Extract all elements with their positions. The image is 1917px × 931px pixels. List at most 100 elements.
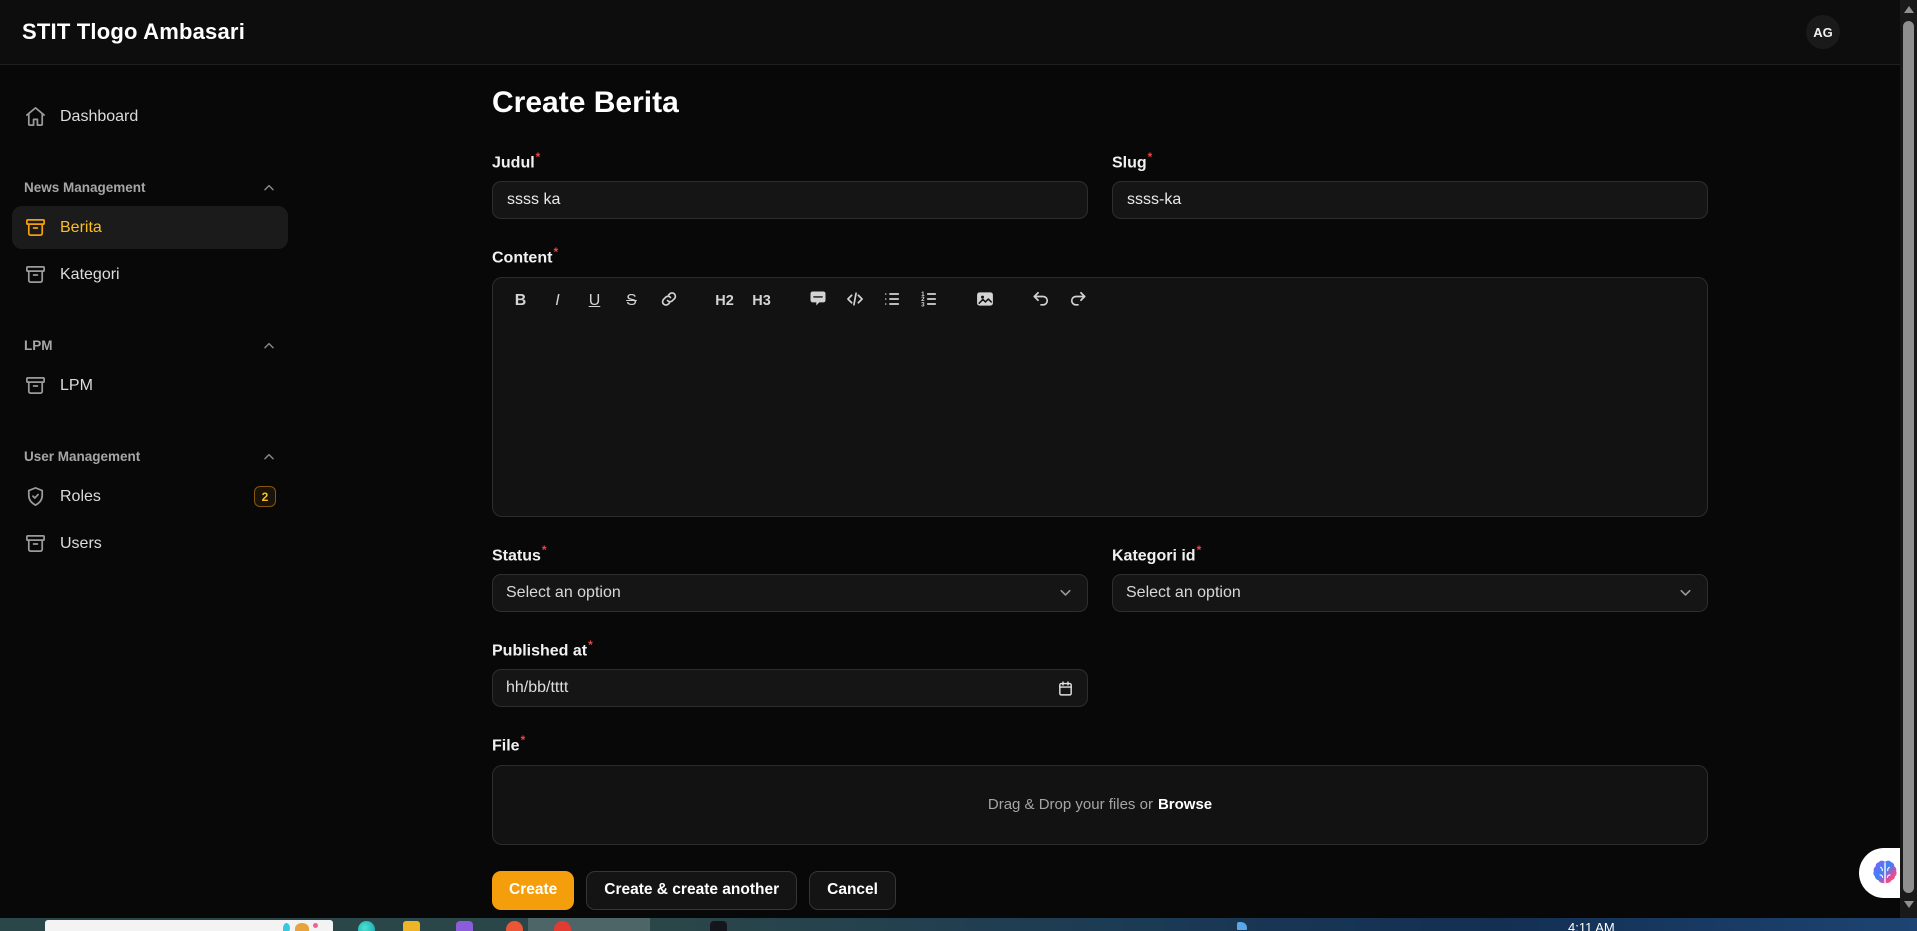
content-label: Content* <box>492 245 1708 267</box>
create-and-create-another-button[interactable]: Create & create another <box>586 871 797 910</box>
required-marker: * <box>536 150 541 164</box>
breadcrumb-separator: / <box>541 65 545 69</box>
blockquote-button[interactable] <box>805 289 830 314</box>
sidebar-item-label: Dashboard <box>60 108 138 126</box>
shield-check-icon <box>24 485 47 508</box>
status-select[interactable]: Select an option <box>492 574 1088 612</box>
breadcrumb: Berita / Create <box>492 65 1708 69</box>
sidebar-item-dashboard[interactable]: Dashboard <box>12 95 288 138</box>
required-marker: * <box>542 543 547 557</box>
chevron-up-icon <box>262 181 276 195</box>
ordered-list-button[interactable]: 123 <box>916 289 941 314</box>
bold-icon: B <box>515 292 527 310</box>
system-clock[interactable]: 4:11 AM <box>1568 920 1615 931</box>
main-content: Berita / Create Create Berita Judul* Slu… <box>300 65 1900 918</box>
sidebar-item-label: Users <box>60 535 102 553</box>
taskbar-app-icon-purple[interactable] <box>456 921 473 931</box>
archive-box-icon <box>24 263 47 286</box>
required-marker: * <box>588 638 593 652</box>
tray-network-icon[interactable] <box>1237 922 1247 930</box>
breadcrumb-berita[interactable]: Berita <box>492 65 531 69</box>
heading-3-button[interactable]: H3 <box>749 289 774 314</box>
taskbar-active-app-highlight <box>528 918 650 931</box>
date-placeholder: hh/bb/tttt <box>506 679 568 697</box>
code-block-button[interactable] <box>842 289 867 314</box>
archive-box-icon <box>24 374 47 397</box>
link-button[interactable] <box>656 289 681 314</box>
home-icon <box>24 105 47 128</box>
scrollbar-thumb[interactable] <box>1903 21 1914 893</box>
chevron-down-icon <box>1057 584 1074 601</box>
redo-button[interactable] <box>1065 289 1090 314</box>
taskbar-app-icon-yellow[interactable] <box>403 921 420 931</box>
content-field-group: Content* B I U S H2 H3 <box>492 245 1708 516</box>
sidebar-item-label: Roles <box>60 488 101 506</box>
form-actions: Create Create & create another Cancel <box>492 871 1708 910</box>
ordered-list-icon: 123 <box>919 289 939 314</box>
search-deco-amber <box>295 923 309 931</box>
taskbar-app-icon-red[interactable] <box>554 921 571 931</box>
strikethrough-button[interactable]: S <box>619 289 644 314</box>
heading-2-button[interactable]: H2 <box>712 289 737 314</box>
group-header-news-management[interactable]: News Management <box>12 180 288 195</box>
taskbar-app-icon-orange[interactable] <box>506 921 523 931</box>
required-marker: * <box>553 245 558 259</box>
scroll-down-arrow-icon[interactable] <box>1904 901 1914 908</box>
file-dropzone[interactable]: Drag & Drop your files or Browse <box>492 765 1708 845</box>
sidebar-group-lpm: LPM LPM <box>12 338 288 407</box>
user-avatar[interactable]: AG <box>1806 15 1840 49</box>
editor-content-area[interactable] <box>493 325 1707 500</box>
app-window: STIT Tlogo Ambasari AG Dashboard News Ma… <box>0 0 1917 931</box>
taskbar-search-box[interactable] <box>45 920 333 931</box>
editor-toolbar: B I U S H2 H3 123 <box>493 278 1707 325</box>
italic-icon: I <box>555 292 559 310</box>
dropzone-text: Drag & Drop your files or <box>988 796 1153 813</box>
chevron-down-icon <box>1677 584 1694 601</box>
kategori-id-select[interactable]: Select an option <box>1112 574 1708 612</box>
taskbar-app-icon-dark[interactable] <box>710 921 727 931</box>
heading-2-icon: H2 <box>715 293 734 309</box>
link-icon <box>659 289 679 314</box>
underline-icon: U <box>589 292 601 310</box>
sidebar-item-roles[interactable]: Roles 2 <box>12 475 288 518</box>
page-title: Create Berita <box>492 86 1708 120</box>
taskbar-app-icon-teal[interactable] <box>358 921 375 931</box>
underline-button[interactable]: U <box>582 289 607 314</box>
breadcrumb-create: Create <box>555 65 600 69</box>
archive-box-icon <box>24 532 47 555</box>
judul-field-group: Judul* <box>492 150 1088 219</box>
create-button[interactable]: Create <box>492 871 574 910</box>
published-at-label: Published at* <box>492 638 1708 660</box>
sidebar-item-lpm[interactable]: LPM <box>12 364 288 407</box>
published-at-date-input[interactable]: hh/bb/tttt <box>492 669 1088 707</box>
calendar-icon[interactable] <box>1057 680 1074 697</box>
sidebar-item-kategori[interactable]: Kategori <box>12 253 288 296</box>
topbar: STIT Tlogo Ambasari AG <box>0 0 1900 65</box>
select-placeholder: Select an option <box>1126 584 1241 602</box>
group-header-user-management[interactable]: User Management <box>12 449 288 464</box>
browse-link[interactable]: Browse <box>1158 796 1212 813</box>
bold-button[interactable]: B <box>508 289 533 314</box>
sidebar-group-user-management: User Management Roles 2 Users <box>12 449 288 565</box>
cancel-button[interactable]: Cancel <box>809 871 896 910</box>
sidebar: Dashboard News Management Berita Kategor… <box>0 65 300 918</box>
group-label: LPM <box>24 338 53 353</box>
image-button[interactable] <box>972 289 997 314</box>
status-field-group: Status* Select an option <box>492 543 1088 612</box>
bullet-list-button[interactable] <box>879 289 904 314</box>
judul-label: Judul* <box>492 150 1088 172</box>
sidebar-item-users[interactable]: Users <box>12 522 288 565</box>
undo-button[interactable] <box>1028 289 1053 314</box>
blockquote-icon <box>808 289 828 314</box>
scroll-up-arrow-icon[interactable] <box>1904 6 1914 13</box>
kategori-id-field-group: Kategori id* Select an option <box>1112 543 1708 612</box>
group-header-lpm[interactable]: LPM <box>12 338 288 353</box>
sidebar-item-berita[interactable]: Berita <box>12 206 288 249</box>
slug-input[interactable] <box>1112 181 1708 219</box>
code-icon <box>845 289 865 314</box>
judul-input[interactable] <box>492 181 1088 219</box>
brand-title[interactable]: STIT Tlogo Ambasari <box>22 19 245 45</box>
roles-count-badge: 2 <box>254 486 276 507</box>
status-label: Status* <box>492 543 1088 565</box>
italic-button[interactable]: I <box>545 289 570 314</box>
